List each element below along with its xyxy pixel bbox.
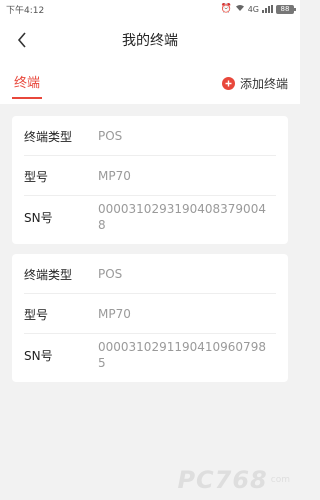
sn-label: SN号 bbox=[24, 211, 53, 225]
terminal-card: 终端类型 POS 型号 MP70 SN号 0000310293190408379… bbox=[12, 116, 288, 244]
status-time: 下午4:12 bbox=[6, 5, 45, 16]
watermark: PC768 com bbox=[177, 466, 290, 494]
model-row: 型号 MP70 bbox=[24, 294, 276, 334]
add-terminal-label: 添加终端 bbox=[239, 76, 288, 91]
battery-level: 88 bbox=[280, 5, 290, 13]
terminal-type-label: 终端类型 bbox=[24, 130, 73, 144]
tab-terminals[interactable]: 终端 bbox=[11, 72, 43, 99]
network-type: 4G bbox=[247, 4, 259, 14]
sn-row: SN号 0000310293190408379004 8 bbox=[24, 196, 276, 244]
terminal-card: 终端类型 POS 型号 MP70 SN号 0000310291190410960… bbox=[12, 254, 288, 382]
back-button[interactable] bbox=[10, 18, 34, 62]
watermark-brand: PC768 bbox=[177, 466, 268, 494]
status-icons: ⏰ 4G 88 bbox=[220, 3, 296, 15]
nav-header: 我的终端 bbox=[0, 18, 300, 62]
chevron-left-icon bbox=[17, 32, 26, 48]
model-label: 型号 bbox=[24, 170, 49, 184]
plus-circle-icon bbox=[221, 76, 235, 90]
status-bar: 下午4:12 ⏰ 4G 88 bbox=[0, 0, 300, 18]
sn-value: 0000310293190408379004 8 bbox=[98, 202, 266, 232]
terminal-type-value: POS bbox=[98, 267, 123, 281]
model-row: 型号 MP70 bbox=[24, 156, 276, 196]
page-title: 我的终端 bbox=[122, 33, 178, 49]
terminal-type-label: 终端类型 bbox=[24, 268, 73, 282]
sn-value: 0000310291190410960798 5 bbox=[98, 340, 266, 370]
model-label: 型号 bbox=[24, 308, 49, 322]
sn-row: SN号 0000310291190410960798 5 bbox=[24, 334, 276, 382]
alarm-icon: ⏰ bbox=[220, 3, 232, 14]
tab-bar: 终端 添加终端 bbox=[0, 62, 300, 104]
signal-icon bbox=[262, 5, 273, 13]
model-value: MP70 bbox=[98, 169, 131, 183]
terminal-type-row: 终端类型 POS bbox=[24, 116, 276, 156]
sn-label: SN号 bbox=[24, 349, 53, 363]
terminal-type-value: POS bbox=[98, 129, 123, 143]
model-value: MP70 bbox=[98, 307, 131, 321]
wifi-icon bbox=[235, 4, 245, 15]
add-terminal-button[interactable]: 添加终端 bbox=[221, 75, 288, 92]
watermark-sub: com bbox=[270, 475, 290, 485]
terminal-list: 终端类型 POS 型号 MP70 SN号 0000310293190408379… bbox=[0, 104, 300, 382]
terminal-type-row: 终端类型 POS bbox=[24, 254, 276, 294]
battery-icon: 88 bbox=[276, 4, 296, 14]
